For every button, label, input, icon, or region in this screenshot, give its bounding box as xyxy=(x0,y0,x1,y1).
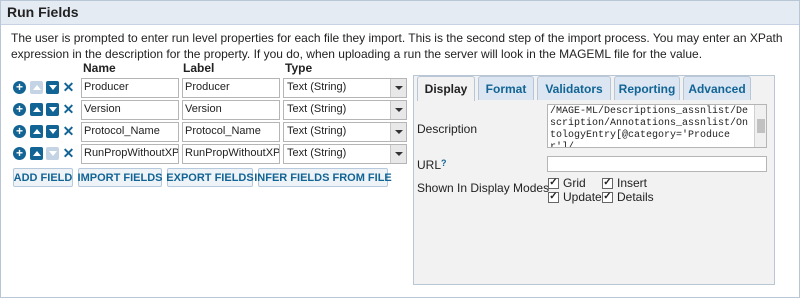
arrow-up-icon xyxy=(30,81,43,94)
url-input[interactable] xyxy=(547,156,767,172)
arrow-up-icon[interactable] xyxy=(30,103,43,116)
plus-circle-icon[interactable]: + xyxy=(13,147,26,160)
panel-header: Run Fields xyxy=(1,1,799,25)
field-label-input[interactable]: Producer xyxy=(182,78,280,98)
instructions-text: The user is prompted to enter run level … xyxy=(11,31,783,61)
field-type-select[interactable]: Text (String) xyxy=(283,144,407,164)
field-row: + ✕ Version Version Text (String) xyxy=(1,100,411,120)
type-column-header: Type xyxy=(285,61,313,75)
field-type-value: Text (String) xyxy=(287,125,347,137)
textarea-scrollbar[interactable] xyxy=(754,105,766,147)
export-fields-button[interactable]: EXPORT FIELDS xyxy=(166,168,254,187)
description-textarea[interactable]: /MAGE-ML/Descriptions_assnlist/Descripti… xyxy=(547,104,767,148)
field-type-value: Text (String) xyxy=(287,103,347,115)
arrow-down-icon[interactable] xyxy=(46,125,59,138)
checkbox-grid[interactable]: ✓ xyxy=(548,177,559,189)
mode-grid[interactable]: ✓ Grid xyxy=(548,176,586,190)
infer-fields-button[interactable]: INFER FIELDS FROM FILE xyxy=(254,168,392,187)
plus-circle-icon[interactable]: + xyxy=(13,81,26,94)
arrow-down-icon[interactable] xyxy=(46,81,59,94)
checkbox-update[interactable]: ✓ xyxy=(548,191,559,203)
panel-title: Run Fields xyxy=(7,4,79,20)
x-icon[interactable]: ✕ xyxy=(62,146,75,160)
checkbox-details[interactable]: ✓ xyxy=(602,191,613,203)
field-type-value: Text (String) xyxy=(287,147,347,159)
field-label-input[interactable]: Version xyxy=(182,100,280,120)
x-icon[interactable]: ✕ xyxy=(62,80,75,94)
x-icon[interactable]: ✕ xyxy=(62,102,75,116)
url-label-text: URL xyxy=(417,158,442,172)
field-type-value: Text (String) xyxy=(287,81,347,93)
tab-validators[interactable]: Validators xyxy=(537,76,611,100)
arrow-down-icon xyxy=(46,147,59,160)
field-label-input[interactable]: Protocol_Name xyxy=(182,122,280,142)
field-type-select[interactable]: Text (String) xyxy=(283,100,407,120)
field-name-input[interactable]: Protocol_Name xyxy=(81,122,179,142)
description-value: /MAGE-ML/Descriptions_assnlist/Descripti… xyxy=(550,106,749,148)
tab-advanced[interactable]: Advanced xyxy=(683,76,751,100)
mode-update[interactable]: ✓ Update xyxy=(548,190,602,204)
field-row: + ✕ RunPropWithoutXPath RunPropWithoutXP… xyxy=(1,144,411,164)
shown-in-display-modes-label: Shown In Display Modes xyxy=(417,181,550,195)
field-name-input[interactable]: Producer xyxy=(81,78,179,98)
mode-insert[interactable]: ✓ Insert xyxy=(602,176,647,190)
chevron-down-icon[interactable] xyxy=(390,79,406,97)
label-column-header: Label xyxy=(183,61,215,75)
arrow-up-icon[interactable] xyxy=(30,125,43,138)
x-icon[interactable]: ✕ xyxy=(62,124,75,138)
help-icon[interactable]: ? xyxy=(441,158,447,168)
tab-display[interactable]: Display xyxy=(417,76,475,101)
mode-grid-label: Grid xyxy=(563,176,586,190)
mode-details-label: Details xyxy=(617,190,654,204)
mode-details[interactable]: ✓ Details xyxy=(602,190,654,204)
tab-reporting[interactable]: Reporting xyxy=(614,76,680,100)
add-field-button[interactable]: ADD FIELD xyxy=(13,168,73,187)
url-label: URL? xyxy=(417,158,447,172)
description-label: Description xyxy=(417,122,478,136)
field-type-select[interactable]: Text (String) xyxy=(283,78,407,98)
chevron-down-icon[interactable] xyxy=(390,123,406,141)
field-row: + ✕ Protocol_Name Protocol_Name Text (St… xyxy=(1,122,411,142)
mode-insert-label: Insert xyxy=(617,176,648,190)
tab-format[interactable]: Format xyxy=(478,76,534,100)
field-name-input[interactable]: RunPropWithoutXPath xyxy=(81,144,179,164)
field-label-input[interactable]: RunPropWithoutXPath xyxy=(182,144,280,164)
name-column-header: Name xyxy=(83,61,116,75)
chevron-down-icon[interactable] xyxy=(390,145,406,163)
field-name-input[interactable]: Version xyxy=(81,100,179,120)
arrow-down-icon[interactable] xyxy=(46,103,59,116)
checkbox-insert[interactable]: ✓ xyxy=(602,177,613,189)
arrow-up-icon[interactable] xyxy=(30,147,43,160)
run-fields-panel: Run Fields The user is prompted to enter… xyxy=(0,0,800,298)
chevron-down-icon[interactable] xyxy=(390,101,406,119)
field-row: + ✕ Producer Producer Text (String) xyxy=(1,78,411,98)
plus-circle-icon[interactable]: + xyxy=(13,125,26,138)
mode-update-label: Update xyxy=(563,190,602,204)
import-fields-button[interactable]: IMPORT FIELDS xyxy=(78,168,162,187)
plus-circle-icon[interactable]: + xyxy=(13,103,26,116)
field-type-select[interactable]: Text (String) xyxy=(283,122,407,142)
scrollbar-thumb[interactable] xyxy=(757,119,765,133)
